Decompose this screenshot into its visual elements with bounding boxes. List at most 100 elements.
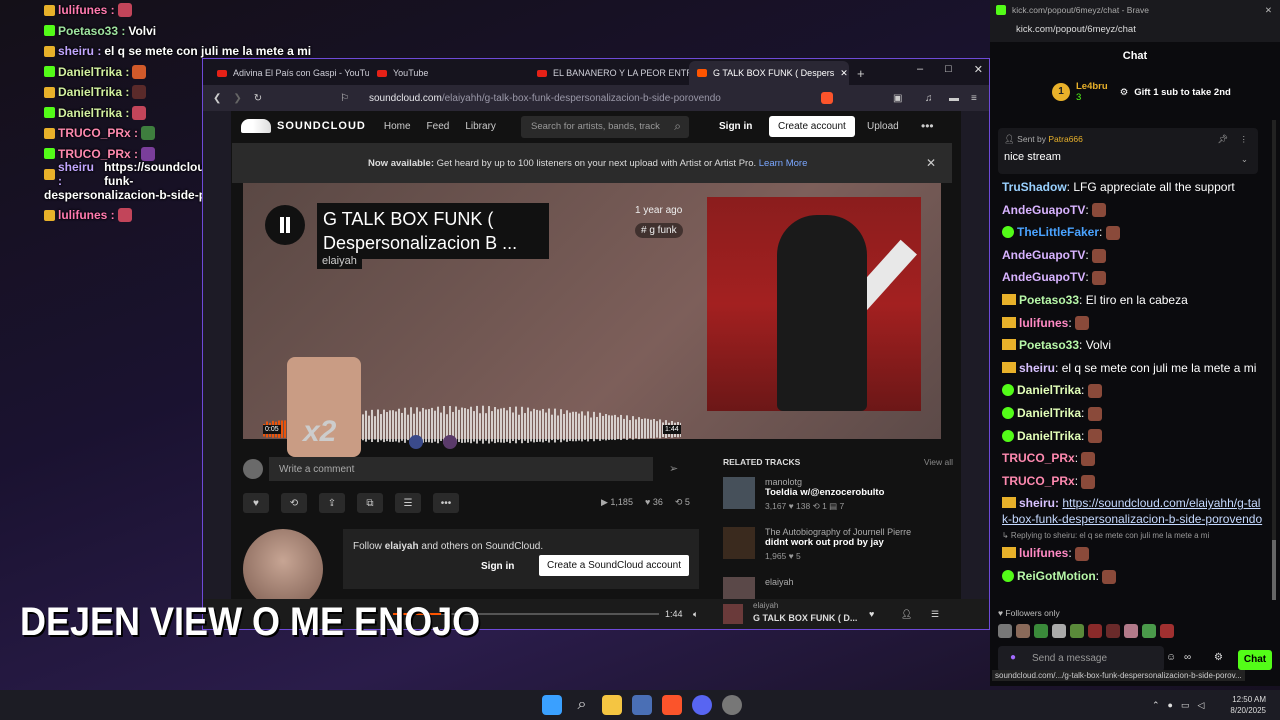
search-input[interactable]: Search for artists, bands, track ⌕ [521,116,689,138]
brave-shield-icon[interactable] [821,92,833,104]
reply-context[interactable]: ↳ Replying to sheiru: el q se mete con j… [1002,530,1264,542]
chat-username[interactable]: TRUCO_PRx [1002,451,1075,465]
settings-icon[interactable]: ⚙︎ [1214,652,1223,663]
send-comment-icon[interactable]: ➢ [669,462,678,475]
create-account-button[interactable]: Create account [769,116,855,137]
emote-icon[interactable] [1124,624,1138,638]
display-icon[interactable]: ▭ [1181,700,1190,711]
chat-username[interactable]: lulifunes [1019,316,1068,330]
chat-username[interactable]: AndeGuapoTV [1002,248,1085,262]
share-button[interactable]: ⇪ [319,493,345,513]
banner-close-icon[interactable]: ✕ [926,156,936,170]
genre-tag[interactable]: # g funk [635,223,683,238]
player-artist[interactable]: elaiyah [753,601,778,610]
media-icon[interactable]: ♫ [925,93,933,104]
player-like-icon[interactable]: ♥ [869,609,874,619]
volume-icon[interactable]: 🔈︎ [693,609,698,620]
chat-username[interactable]: Poetaso33 [1019,338,1079,352]
brave-icon[interactable] [662,695,682,715]
close-window-icon[interactable]: ✕ [1265,5,1272,16]
emote-icon[interactable] [1016,624,1030,638]
chat-username[interactable]: TruShadow [1002,180,1067,194]
bookmark-icon[interactable]: ⚐ [340,93,349,104]
store-icon[interactable] [632,695,652,715]
chat-username[interactable]: TheLittleFaker [1017,225,1099,239]
pin-toggle-icon[interactable]: 📌︎ [1217,134,1228,145]
emote-icon[interactable] [1088,624,1102,638]
search-icon[interactable]: ⌕ [674,119,681,134]
chat-input[interactable]: ● Send a message [998,646,1164,672]
emote-icon[interactable] [1160,624,1174,638]
chevron-down-icon[interactable]: ⌄ [1241,154,1248,165]
more-actions-button[interactable]: ••• [433,493,459,513]
player-title[interactable]: G TALK BOX FUNK ( D... [753,613,857,623]
artist-avatar[interactable] [243,529,323,609]
emote-icon[interactable] [1142,624,1156,638]
reader-icon[interactable]: ▣ [893,93,902,104]
infinity-icon[interactable]: ∞ [1184,652,1191,663]
emote-icon[interactable] [1034,624,1048,638]
next-up-icon[interactable]: ☰ [931,609,939,620]
soundcloud-logo[interactable]: SOUNDCLOUD [241,119,366,133]
comment-avatar[interactable] [409,435,423,449]
search-icon[interactable]: ⌕ [572,695,592,715]
mic-icon[interactable]: ● [1010,652,1016,663]
new-tab-button[interactable]: + [849,66,873,85]
back-icon[interactable]: ❮ [213,93,221,104]
maximize-button[interactable]: □ [945,63,952,76]
minimize-button[interactable]: – [917,63,923,76]
view-all-link[interactable]: View all [924,457,953,467]
discord-icon[interactable] [692,695,712,715]
related-track[interactable]: manolotg Toeldia w/@enzocerobulto 3,167 ♥ … [723,477,953,525]
nav-home[interactable]: Home [384,121,411,132]
chat-username[interactable]: sheiru [1019,361,1055,375]
gift-cta[interactable]: Gift 1 sub to take 2nd [1134,87,1231,98]
chat-username[interactable]: DanielTrika [1017,383,1081,397]
upload-link[interactable]: Upload [867,121,899,132]
tab-bananero[interactable]: EL BANANERO Y LA PEOR ENTREVIS [529,61,689,85]
mic-tray-icon[interactable]: ● [1168,700,1173,711]
like-button[interactable]: ♥ [243,493,269,513]
emote-icon[interactable]: ☺ [1166,652,1176,663]
comment-input[interactable]: Write a comment [269,457,653,481]
gifter-name[interactable]: Le4bru [1076,81,1108,92]
reload-icon[interactable]: ↻ [254,93,262,104]
more-menu-icon[interactable]: ••• [921,119,934,133]
signin-button[interactable]: Sign in [719,121,752,132]
chat-username[interactable]: sheiru: [1019,496,1062,510]
follow-create-account-button[interactable]: Create a SoundCloud account [539,555,689,576]
track-artist[interactable]: elaiyah [317,253,362,269]
chat-username[interactable]: ReiGotMotion [1017,569,1096,583]
volume-icon[interactable]: ◁ [1198,700,1205,711]
emote-icon[interactable] [998,624,1012,638]
pinned-more-icon[interactable]: ⋮ [1240,134,1249,145]
tab-soundcloud[interactable]: G TALK BOX FUNK ( Despers ✕ [689,61,849,85]
url-field[interactable]: soundcloud.com/elaiyahh/g-talk-box-funk-… [369,93,721,104]
forward-icon[interactable]: ❯ [233,93,241,104]
chat-urlbar[interactable]: kick.com/popout/6meyz/chat [990,20,1280,42]
banner-learn-more[interactable]: Learn More [759,158,808,169]
chat-send-button[interactable]: Chat [1238,650,1272,670]
emote-icon[interactable] [1106,624,1120,638]
chat-username[interactable]: DanielTrika [1017,406,1081,420]
chat-scrollbar[interactable] [1272,120,1276,600]
comment-avatar[interactable] [443,435,457,449]
emote-icon[interactable] [1052,624,1066,638]
clock[interactable]: 12:50 AM 8/20/2025 [1230,694,1266,716]
repost-button[interactable]: ⟲ [281,493,307,513]
menu-icon[interactable]: ≡ [971,93,977,104]
windows-start-icon[interactable] [542,695,562,715]
pause-button[interactable] [265,205,305,245]
follow-signin-button[interactable]: Sign in [481,561,514,572]
chat-username[interactable]: DanielTrika [1017,429,1081,443]
nav-feed[interactable]: Feed [427,121,450,132]
close-window-button[interactable]: ✕ [974,63,983,76]
file-explorer-icon[interactable] [602,695,622,715]
copy-link-button[interactable]: ⧉ [357,493,383,513]
add-to-next-up-button[interactable]: ☰ [395,493,421,513]
app-icon[interactable] [722,695,742,715]
emote-icon[interactable] [1070,624,1084,638]
chevron-up-icon[interactable]: ⌃ [1152,700,1160,711]
close-tab-icon[interactable]: ✕ [840,68,848,79]
wallet-icon[interactable]: ▬ [949,93,959,104]
